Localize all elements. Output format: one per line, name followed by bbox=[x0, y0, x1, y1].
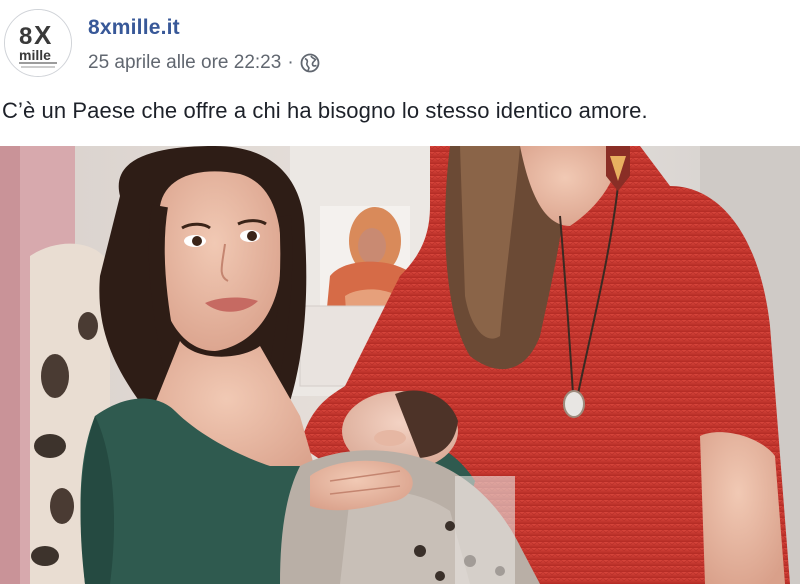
page-name-link[interactable]: 8xmille.it bbox=[88, 16, 180, 40]
svg-text:mille: mille bbox=[19, 47, 51, 63]
facebook-post: 8 X mille 8xmille.it 25 aprile alle ore … bbox=[0, 0, 800, 584]
svg-text:X: X bbox=[34, 20, 52, 50]
svg-text:8: 8 bbox=[19, 23, 32, 50]
post-timestamp[interactable]: 25 aprile alle ore 22:23 bbox=[88, 52, 281, 74]
avatar[interactable]: 8 X mille bbox=[4, 9, 72, 77]
globe-icon[interactable] bbox=[300, 53, 320, 73]
post-text: C’è un Paese che offre a chi ha bisogno … bbox=[2, 98, 648, 123]
8xmille-logo: 8 X mille bbox=[5, 10, 71, 76]
meta-separator: · bbox=[287, 52, 294, 73]
post-photo[interactable] bbox=[0, 146, 800, 584]
post-header: 8 X mille 8xmille.it 25 aprile alle ore … bbox=[0, 0, 800, 90]
post-meta: 25 aprile alle ore 22:23 · bbox=[88, 52, 320, 74]
